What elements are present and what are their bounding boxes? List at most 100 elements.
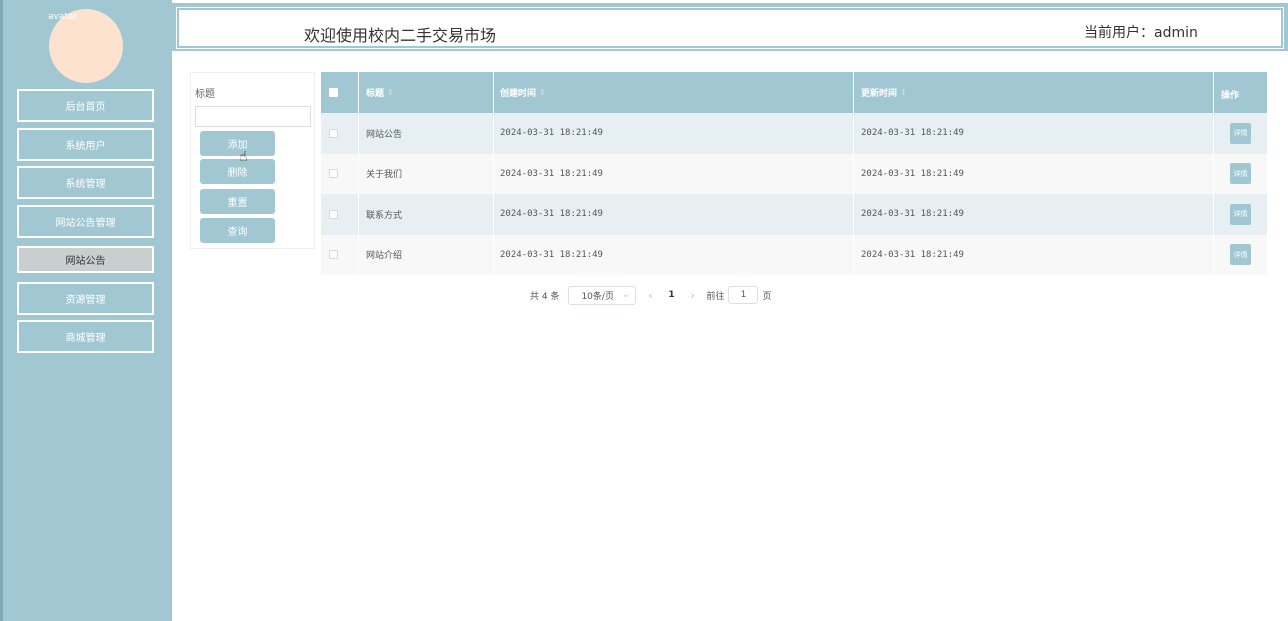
delete-button[interactable]: 删除 bbox=[200, 159, 275, 184]
column-divider bbox=[493, 234, 494, 275]
current-page-number[interactable]: 1 bbox=[664, 290, 678, 300]
row-title: 联系方式 bbox=[366, 210, 403, 221]
row-created: 2024-03-31 18:21:49 bbox=[500, 249, 603, 260]
table-row: 网站介绍 2024-03-31 18:21:49 2024-03-31 18:2… bbox=[321, 234, 1267, 276]
row-updated: 2024-03-31 18:21:49 bbox=[861, 209, 964, 220]
column-header-updated[interactable]: 更新时间 ↕ bbox=[861, 72, 907, 113]
row-updated: 2024-03-31 18:21:49 bbox=[861, 249, 964, 260]
hand-cursor-icon: ☝ bbox=[239, 149, 248, 165]
table-row: 联系方式 2024-03-31 18:21:49 2024-03-31 18:2… bbox=[321, 194, 1267, 235]
goto-label: 前往 bbox=[706, 291, 725, 302]
select-all-checkbox[interactable] bbox=[329, 88, 338, 97]
column-header-created[interactable]: 创建时间 ↕ bbox=[500, 72, 546, 113]
sidebar-item-label: 商城管理 bbox=[65, 333, 106, 344]
sidebar-item-label: 网站公告管理 bbox=[55, 218, 116, 229]
sidebar-item-label: 网站公告 bbox=[65, 256, 106, 267]
select-all-cell bbox=[329, 72, 338, 113]
row-updated: 2024-03-31 18:21:49 bbox=[861, 128, 964, 139]
avatar-alt-text: avatar bbox=[48, 12, 78, 22]
column-divider bbox=[853, 194, 854, 235]
row-action-cell: 详情 bbox=[1230, 235, 1251, 276]
sort-caret-icon: ↕ bbox=[900, 88, 907, 97]
table-row: 网站公告 2024-03-31 18:21:49 2024-03-31 18:2… bbox=[321, 113, 1267, 154]
column-divider bbox=[1213, 72, 1214, 113]
column-actions-label: 操作 bbox=[1221, 91, 1240, 101]
column-divider bbox=[358, 234, 359, 275]
row-checkbox-cell bbox=[329, 113, 338, 154]
table-header: 标题 ↕ 创建时间 ↕ 更新时间 ↕ 操作 bbox=[321, 72, 1267, 113]
table-row: 关于我们 2024-03-31 18:21:49 2024-03-31 18:2… bbox=[321, 153, 1267, 195]
reset-button[interactable]: 重置 bbox=[200, 189, 275, 214]
query-button-label: 查询 bbox=[227, 227, 248, 238]
column-divider bbox=[853, 234, 854, 275]
row-created: 2024-03-31 18:21:49 bbox=[500, 168, 603, 179]
sidebar-edge bbox=[0, 0, 3, 621]
prev-page-icon[interactable]: ‹ bbox=[636, 289, 664, 302]
sidebar: avatar 后台首页 系统用户 系统管理 网站公告管理 网站公告 资源管理 商… bbox=[0, 0, 172, 621]
page-suffix-label: 页 bbox=[762, 291, 772, 302]
column-header-title[interactable]: 标题 ↕ bbox=[366, 72, 394, 113]
row-created: 2024-03-31 18:21:49 bbox=[500, 128, 603, 139]
title-search-input[interactable] bbox=[195, 106, 311, 127]
sidebar-item-notice-management[interactable]: 网站公告管理 bbox=[17, 205, 154, 238]
row-checkbox[interactable] bbox=[329, 169, 338, 179]
column-divider bbox=[358, 113, 359, 154]
sidebar-item-mall-management[interactable]: 商城管理 bbox=[17, 320, 154, 353]
column-divider bbox=[493, 72, 494, 113]
total-count: 共 4 条 bbox=[530, 291, 560, 302]
page-size-select[interactable]: 10条/页 ⌄ bbox=[568, 285, 637, 305]
reset-button-label: 重置 bbox=[227, 198, 248, 209]
row-title: 关于我们 bbox=[366, 170, 403, 181]
column-divider bbox=[1213, 113, 1214, 154]
query-button[interactable]: 查询 bbox=[200, 218, 275, 243]
sort-caret-icon: ↕ bbox=[539, 88, 546, 97]
page-size-value: 10条/页 bbox=[581, 291, 614, 302]
row-checkbox-cell bbox=[329, 235, 338, 276]
sidebar-item-label: 系统用户 bbox=[65, 141, 106, 152]
column-divider bbox=[358, 194, 359, 235]
notice-table: 标题 ↕ 创建时间 ↕ 更新时间 ↕ 操作 网站公告 2024-03-31 18:21… bbox=[321, 72, 1267, 275]
sidebar-item-label: 资源管理 bbox=[65, 295, 106, 306]
column-updated-label: 更新时间 bbox=[861, 89, 898, 99]
column-divider bbox=[358, 72, 359, 113]
column-title-label: 标题 bbox=[366, 89, 385, 99]
goto-page-input[interactable]: 1 bbox=[728, 286, 759, 304]
column-divider bbox=[358, 153, 359, 194]
row-checkbox[interactable] bbox=[329, 250, 338, 260]
sidebar-item-system-management[interactable]: 系统管理 bbox=[17, 166, 154, 199]
column-divider bbox=[493, 153, 494, 194]
row-action-cell: 详情 bbox=[1230, 194, 1251, 235]
column-divider bbox=[493, 194, 494, 235]
column-divider bbox=[853, 113, 854, 154]
sidebar-item-home[interactable]: 后台首页 bbox=[17, 89, 154, 122]
sidebar-item-resource-management[interactable]: 资源管理 bbox=[17, 282, 154, 315]
sort-caret-icon: ↕ bbox=[387, 88, 394, 97]
row-checkbox-cell bbox=[329, 194, 338, 235]
row-created: 2024-03-31 18:21:49 bbox=[500, 209, 603, 220]
sidebar-item-label: 后台首页 bbox=[65, 102, 106, 113]
current-user-label: 当前用户：admin bbox=[1084, 25, 1198, 41]
pagination: 共 4 条 10条/页 ⌄ ‹ 1 › 前往 1 页 bbox=[530, 285, 771, 305]
row-checkbox[interactable] bbox=[329, 128, 338, 138]
column-header-actions: 操作 bbox=[1221, 72, 1239, 113]
detail-button[interactable]: 详情 bbox=[1230, 203, 1251, 225]
header-bar: 欢迎使用校内二手交易市场 当前用户：admin bbox=[172, 3, 1288, 51]
detail-button[interactable]: 详情 bbox=[1230, 122, 1251, 144]
add-button[interactable]: 添加 bbox=[200, 131, 275, 156]
sidebar-item-notice[interactable]: 网站公告 bbox=[17, 246, 154, 273]
row-checkbox-cell bbox=[329, 154, 338, 195]
detail-button[interactable]: 详情 bbox=[1230, 163, 1251, 185]
detail-button[interactable]: 详情 bbox=[1230, 244, 1251, 266]
next-page-icon[interactable]: › bbox=[678, 289, 706, 302]
column-divider bbox=[1213, 234, 1214, 275]
row-checkbox[interactable] bbox=[329, 209, 338, 219]
page-title: 欢迎使用校内二手交易市场 bbox=[304, 26, 497, 45]
row-updated: 2024-03-31 18:21:49 bbox=[861, 168, 964, 179]
column-divider bbox=[1213, 153, 1214, 194]
column-created-label: 创建时间 bbox=[500, 89, 537, 99]
column-divider bbox=[493, 113, 494, 154]
chevron-down-icon: ⌄ bbox=[621, 290, 630, 300]
row-title: 网站公告 bbox=[366, 129, 403, 140]
sidebar-item-system-users[interactable]: 系统用户 bbox=[17, 128, 154, 161]
row-title: 网站介绍 bbox=[366, 251, 403, 262]
